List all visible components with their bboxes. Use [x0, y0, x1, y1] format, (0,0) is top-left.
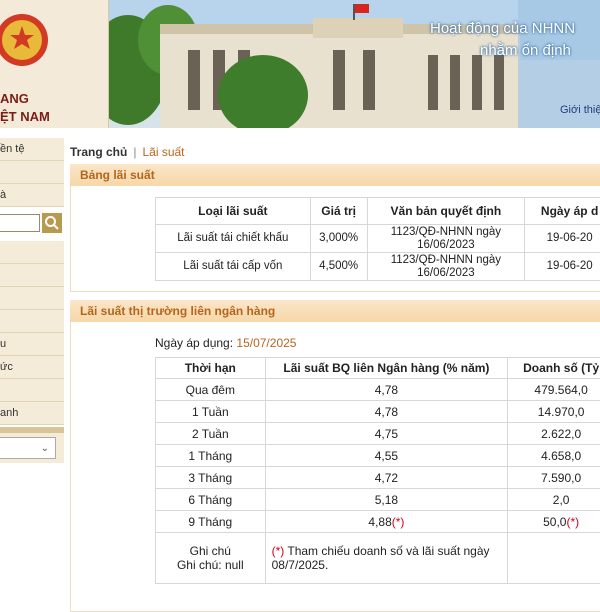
search-input[interactable]: [0, 214, 40, 232]
rate: 4,72: [265, 467, 508, 489]
rates-table: Loại lãi suất Giá trị Văn bản quyết định…: [155, 197, 600, 281]
term: 9 Tháng: [156, 511, 266, 533]
breadcrumb-separator: |: [133, 145, 136, 159]
rates-section-title: Bảng lãi suất: [70, 164, 600, 186]
note-empty: [508, 533, 600, 584]
chevron-down-icon: ⌄: [41, 443, 49, 454]
term: 6 Tháng: [156, 489, 266, 511]
sidebar-item[interactable]: [0, 310, 64, 333]
rate: 4,78: [265, 401, 508, 423]
sidebar-item[interactable]: u: [0, 333, 64, 356]
interbank-table: Thời hạn Lãi suất BQ liên Ngân hàng (% n…: [155, 357, 600, 584]
intro-link[interactable]: Giới thiệ: [560, 104, 600, 116]
column-header: Lãi suất BQ liên Ngân hàng (% năm): [265, 358, 508, 379]
sidebar-item[interactable]: ức: [0, 356, 64, 379]
term: 1 Tháng: [156, 445, 266, 467]
apply-date: 19-06-20: [525, 225, 600, 253]
rate: 4,75: [265, 423, 508, 445]
table-row: Lãi suất tái cấp vốn 4,500% 1123/QĐ-NHNN…: [156, 253, 600, 281]
volume: 479.564,0: [508, 379, 600, 401]
column-header: Ngày áp d: [525, 198, 600, 225]
column-header: Giá trị: [310, 198, 367, 225]
site-header: ANG ỆT NAM Hoạt động của NHNN nhằm ổn đị…: [0, 0, 600, 128]
header-slogan: Hoạt động của NHNN nhằm ổn định: [430, 18, 575, 62]
sidebar-item[interactable]: [0, 287, 64, 310]
rate-type: Lãi suất tái cấp vốn: [156, 253, 311, 281]
rate-value: 3,000%: [310, 225, 367, 253]
sidebar-search: [0, 213, 64, 235]
sidebar-item[interactable]: [0, 379, 64, 402]
dropdown-box[interactable]: ⌄: [0, 437, 56, 459]
note-row: Ghi chú Ghi chú: null (*) Tham chiếu doa…: [156, 533, 600, 584]
term: 1 Tuần: [156, 401, 266, 423]
term: 3 Tháng: [156, 467, 266, 489]
sidebar-item[interactable]: [0, 264, 64, 287]
table-row: Lãi suất tái chiết khấu 3,000% 1123/QĐ-N…: [156, 225, 600, 253]
table-row: 1 Tháng 4,55 4.658,0: [156, 445, 600, 467]
sidebar-item[interactable]: à: [0, 184, 64, 207]
sidebar-item[interactable]: [0, 161, 64, 184]
note-text: (*) Tham chiếu doanh số và lãi suất ngày…: [265, 533, 508, 584]
table-row: 3 Tháng 4,72 7.590,0: [156, 467, 600, 489]
logo-panel: ANG ỆT NAM: [0, 0, 109, 128]
volume: 2.622,0: [508, 423, 600, 445]
decision-doc[interactable]: 1123/QĐ-NHNN ngày16/06/2023: [367, 225, 525, 253]
column-header: Loại lãi suất: [156, 198, 311, 225]
volume: 14.970,0: [508, 401, 600, 423]
term: Qua đêm: [156, 379, 266, 401]
bank-name: ANG ỆT NAM: [0, 90, 50, 126]
search-button[interactable]: [42, 213, 62, 233]
rate: 4,55: [265, 445, 508, 467]
volume: 7.590,0: [508, 467, 600, 489]
sidebar-item[interactable]: anh: [0, 402, 64, 425]
column-header: Doanh số (Tỷ: [508, 358, 600, 379]
breadcrumb: Trang chủ | Lãi suất: [70, 145, 185, 159]
breadcrumb-current[interactable]: Lãi suất: [142, 145, 184, 159]
rate-type: Lãi suất tái chiết khấu: [156, 225, 311, 253]
rate: 4,78: [265, 379, 508, 401]
table-row: 2 Tuần 4,75 2.622,0: [156, 423, 600, 445]
decision-doc[interactable]: 1123/QĐ-NHNN ngày16/06/2023: [367, 253, 525, 281]
sidebar: ền tệ à u ức anh ⌄: [0, 138, 64, 463]
column-header: Văn bản quyết định: [367, 198, 525, 225]
interbank-apply-date: Ngày áp dụng: 15/07/2025: [155, 336, 296, 350]
rate: 4,88(*): [265, 511, 508, 533]
interbank-section-title: Lãi suất thị trường liên ngân hàng: [70, 300, 600, 322]
volume: 2,0: [508, 489, 600, 511]
reference-mark: (*): [392, 515, 405, 529]
breadcrumb-home[interactable]: Trang chủ: [70, 145, 127, 159]
volume: 4.658,0: [508, 445, 600, 467]
search-icon: [42, 213, 62, 233]
table-row: 1 Tuần 4,78 14.970,0: [156, 401, 600, 423]
table-row: 9 Tháng 4,88(*) 50,0(*): [156, 511, 600, 533]
sidebar-item[interactable]: ền tệ: [0, 138, 64, 161]
rate: 5,18: [265, 489, 508, 511]
table-row: 6 Tháng 5,18 2,0: [156, 489, 600, 511]
rate-value: 4,500%: [310, 253, 367, 281]
national-emblem-icon: [0, 2, 50, 82]
column-header: Thời hạn: [156, 358, 266, 379]
volume: 50,0(*): [508, 511, 600, 533]
apply-date: 19-06-20: [525, 253, 600, 281]
sidebar-dropdown[interactable]: ⌄: [0, 427, 64, 463]
sidebar-item[interactable]: [0, 241, 64, 264]
note-label: Ghi chú Ghi chú: null: [156, 533, 266, 584]
reference-mark: (*): [566, 515, 579, 529]
table-row: Qua đêm 4,78 479.564,0: [156, 379, 600, 401]
term: 2 Tuần: [156, 423, 266, 445]
